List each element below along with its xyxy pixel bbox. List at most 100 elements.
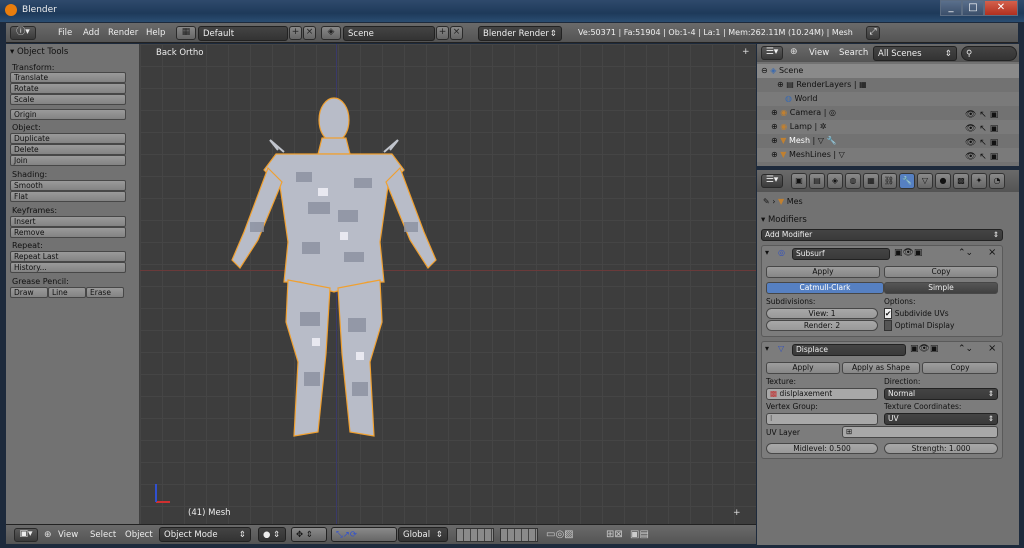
lock-camera-icon[interactable]: ▭◎▨ [546,529,574,540]
apply-as-shape-button[interactable]: Apply as Shape [842,362,920,374]
texture-tab-icon[interactable]: ▩ [953,173,969,189]
viewport-corner-plus-icon[interactable]: + [742,47,750,57]
render-preview-icon[interactable]: ▣▤ [630,529,649,540]
outliner-collapse-icon[interactable]: ⊕ [790,47,798,57]
add-layout-button[interactable]: + [289,26,302,40]
erase-button[interactable]: Erase [86,287,124,298]
catmull-clark-toggle[interactable]: Catmull-Clark [766,282,884,294]
particles-tab-icon[interactable]: ✦ [971,173,987,189]
subdivide-uvs-checkbox[interactable]: ✔ Subdivide UVs [884,308,949,319]
menu-file[interactable]: File [58,28,72,38]
insert-keyframe-button[interactable]: Insert [10,216,126,227]
collapse-triangle-icon[interactable]: ▾ [10,47,14,57]
strength-field[interactable]: Strength: 1.000 [884,443,998,454]
subsurf-view-field[interactable]: View: 1 [766,308,878,319]
displace-visibility-icons[interactable]: ▣👁▣ [910,344,938,354]
viewport-corner-plus-icon-bottom[interactable]: + [733,508,741,518]
close-button[interactable]: ✕ [984,0,1018,16]
menu-view[interactable]: View [58,530,78,540]
expand-icon[interactable]: ⊕ [771,136,778,145]
scene-field[interactable]: Scene [343,26,435,41]
texture-coordinates-dropdown[interactable]: UV ⇕ [884,413,998,425]
history-button[interactable]: History... [10,262,126,273]
move-up-down-icons[interactable]: ⌃⌄ [958,248,973,258]
outliner-menu-view[interactable]: View [809,48,829,58]
displace-name-field[interactable]: Displace [792,344,906,356]
scale-button[interactable]: Scale [10,94,126,105]
rotate-button[interactable]: Rotate [10,83,126,94]
subsurf-visibility-icons[interactable]: ▣👁▣ [894,248,922,258]
mode-dropdown[interactable]: Object Mode ⇕ [159,527,251,542]
add-scene-button[interactable]: + [436,26,449,40]
renderlayers-tab-icon[interactable]: ▤ [809,173,825,189]
midlevel-field[interactable]: Midlevel: 0.500 [766,443,878,454]
subsurf-apply-button[interactable]: Apply [766,266,880,278]
remove-layout-button[interactable]: × [303,26,316,40]
outliner-editor-icon[interactable]: ☰▾ [761,46,783,60]
subsurf-copy-button[interactable]: Copy [884,266,998,278]
remove-keyframe-button[interactable]: Remove [10,227,126,238]
remove-scene-button[interactable]: × [450,26,463,40]
snap-icon[interactable]: ⊞⊠ [606,529,623,540]
menu-object[interactable]: Object [125,530,153,540]
layers-group-2[interactable] [500,528,538,542]
viewport-shading-dropdown[interactable]: ● ⇕ [258,527,286,542]
pin-icon[interactable]: ✎ [763,197,770,206]
smooth-button[interactable]: Smooth [10,180,126,191]
vertex-group-field[interactable]: ⁝ [766,413,878,425]
move-up-down-icons[interactable]: ⌃⌄ [958,344,973,354]
displace-copy-button[interactable]: Copy [922,362,998,374]
delete-button[interactable]: Delete [10,144,126,155]
3d-viewport[interactable]: Back Ortho + + (41) Mesh [140,44,756,524]
object-tab-icon[interactable]: ▦ [863,173,879,189]
menu-add[interactable]: Add [83,28,99,38]
properties-editor-icon[interactable]: ☰▾ [761,174,783,188]
editor-type-3d-icon[interactable]: ▣▾ [14,528,38,542]
optimal-display-checkbox[interactable]: ✔ Optimal Display [884,320,954,331]
scene-icon[interactable]: ◈ [321,26,341,40]
add-modifier-dropdown[interactable]: Add Modifier ⇕ [761,229,1003,241]
render-tab-icon[interactable]: ▣ [791,173,807,189]
menu-select[interactable]: Select [90,530,116,540]
translate-button[interactable]: Translate [10,72,126,83]
world-tab-icon[interactable]: ◍ [845,173,861,189]
editor-type-icon[interactable]: ⓘ▾ [10,26,36,40]
panel-expand-icon[interactable]: ▾ [765,248,769,257]
pivot-point-dropdown[interactable]: ✥ ⇕ [291,527,327,542]
orientation-dropdown[interactable]: Global ⇕ [398,527,448,542]
screen-layout-field[interactable]: Default [198,26,288,41]
uv-layer-field[interactable]: ⊞ [842,426,998,438]
mesh-object[interactable] [218,92,448,452]
visibility-icons[interactable]: 👁 ↖ ▣ 👁 ↖ ▣ 👁 ↖ ▣ 👁 ↖ ▣ [965,108,998,164]
subsurf-name-field[interactable]: Subsurf [792,248,890,260]
duplicate-button[interactable]: Duplicate [10,133,126,144]
outliner-search-input[interactable]: ⚲ [961,46,1017,61]
expand-icon[interactable]: ⊕ [771,108,778,117]
outliner-item-scene[interactable]: ⊖ ◈ Scene [757,64,1019,78]
physics-tab-icon[interactable]: ◔ [989,173,1005,189]
menu-help[interactable]: Help [146,28,165,38]
menu-render[interactable]: Render [108,28,138,38]
maximize-button[interactable]: □ [962,0,984,16]
material-tab-icon[interactable]: ● [935,173,951,189]
origin-button[interactable]: Origin [10,109,126,120]
remove-modifier-icon[interactable]: × [988,247,996,258]
direction-dropdown[interactable]: Normal ⇕ [884,388,998,400]
layers-group-1[interactable] [456,528,494,542]
draw-button[interactable]: Draw [10,287,48,298]
remove-modifier-icon[interactable]: × [988,343,996,354]
minimize-button[interactable]: _ [940,0,962,16]
texture-field[interactable]: ▩ dislplaxement [766,388,878,400]
line-button[interactable]: Line [48,287,86,298]
outliner-filter-dropdown[interactable]: All Scenes ⇕ [873,46,957,61]
scene-tab-icon[interactable]: ◈ [827,173,843,189]
expand-icon[interactable]: ⊕ [777,80,784,89]
simple-toggle[interactable]: Simple [884,282,998,294]
header-collapse-icon[interactable]: ⊕ [44,530,52,540]
repeat-last-button[interactable]: Repeat Last [10,251,126,262]
expand-icon[interactable]: ⊕ [771,150,778,159]
manipulator-buttons[interactable]: ⤡↗⟳ [331,527,397,542]
outliner-item-renderlayers[interactable]: ⊕ ▤ RenderLayers | ▦ [757,78,1019,92]
fullscreen-icon[interactable]: ⤢ [866,26,880,40]
flat-button[interactable]: Flat [10,191,126,202]
